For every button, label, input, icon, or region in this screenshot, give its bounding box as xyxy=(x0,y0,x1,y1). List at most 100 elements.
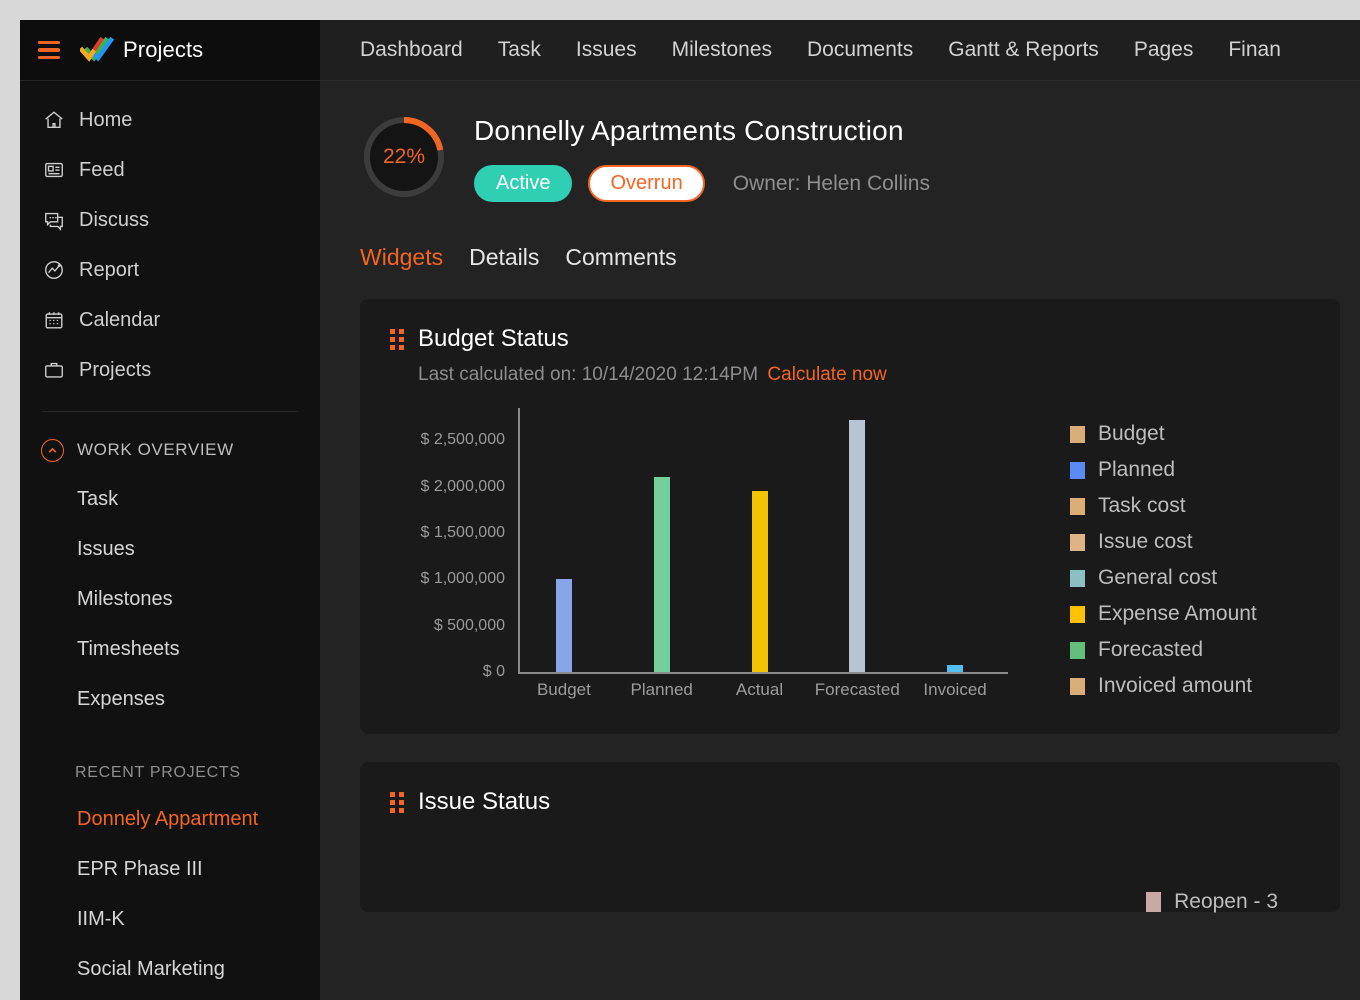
sidebar-item-home[interactable]: Home xyxy=(20,95,320,145)
legend-label: Forecasted xyxy=(1098,638,1203,662)
sidebar: Projects Home Feed xyxy=(20,20,320,1000)
project-header: 22% Donnelly Apartments Construction Act… xyxy=(360,109,1360,202)
tab-issues[interactable]: Issues xyxy=(576,38,637,62)
progress-ring: 22% xyxy=(360,113,448,201)
calendar-icon xyxy=(41,307,67,333)
legend-swatch xyxy=(1146,892,1161,912)
y-tick-label: $ 2,000,000 xyxy=(420,478,505,496)
main-area: Dashboard Task Issues Milestones Documen… xyxy=(320,20,1360,1000)
chevron-up-circle-icon xyxy=(41,439,64,462)
sidebar-item-label: Feed xyxy=(79,159,125,182)
calculate-now-link[interactable]: Calculate now xyxy=(767,364,886,385)
issue-status-widget: Issue Status Reopen - 3 xyxy=(360,762,1340,912)
recent-projects-items: Donnely Appartment EPR Phase III IIM-K S… xyxy=(20,794,320,994)
overrun-badge[interactable]: Overrun xyxy=(588,165,704,202)
legend-item[interactable]: Budget xyxy=(1070,416,1257,452)
legend-item[interactable]: Task cost xyxy=(1070,488,1257,524)
sidebar-item-label: Task xyxy=(77,488,118,511)
chart-bar xyxy=(947,665,963,672)
drag-handle-icon[interactable] xyxy=(390,792,404,812)
project-meta: Donnelly Apartments Construction Active … xyxy=(474,109,930,202)
project-badges: Active Overrun Owner: Helen Collins xyxy=(474,165,930,202)
chart-bar xyxy=(752,491,768,672)
widget-tabs: Widgets Details Comments xyxy=(360,244,1360,271)
legend-item[interactable]: Planned xyxy=(1070,452,1257,488)
report-icon xyxy=(41,257,67,283)
issue-status-legend: Reopen - 3 xyxy=(1146,890,1278,914)
x-tick-label: Planned xyxy=(630,680,692,700)
sidebar-item-timesheets[interactable]: Timesheets xyxy=(20,624,320,674)
widget-title: Issue Status xyxy=(418,788,550,816)
sidebar-item-label: Calendar xyxy=(79,309,160,332)
x-tick-label: Forecasted xyxy=(815,680,900,700)
hamburger-icon[interactable] xyxy=(38,41,60,59)
home-icon xyxy=(41,107,67,133)
legend-item[interactable]: General cost xyxy=(1070,560,1257,596)
sidebar-item-issues[interactable]: Issues xyxy=(20,524,320,574)
sidebar-item-report[interactable]: Report xyxy=(20,245,320,295)
sidebar-section-work-overview[interactable]: WORK OVERVIEW xyxy=(20,426,320,474)
tab-comments[interactable]: Comments xyxy=(565,244,676,271)
y-tick-label: $ 1,000,000 xyxy=(420,570,505,588)
legend-item[interactable]: Expense Amount xyxy=(1070,596,1257,632)
sidebar-item-donnely-appartment[interactable]: Donnely Appartment xyxy=(20,794,320,844)
sidebar-item-social-marketing[interactable]: Social Marketing xyxy=(20,944,320,994)
chart-bar xyxy=(654,477,670,672)
widget-title: Budget Status xyxy=(418,325,569,353)
sidebar-item-milestones[interactable]: Milestones xyxy=(20,574,320,624)
legend-label: General cost xyxy=(1098,566,1217,590)
page-title: Donnelly Apartments Construction xyxy=(474,115,930,147)
tab-pages[interactable]: Pages xyxy=(1134,38,1194,62)
y-tick-label: $ 2,500,000 xyxy=(420,431,505,449)
chart-plot-area: $ 0$ 500,000$ 1,000,000$ 1,500,000$ 2,00… xyxy=(390,408,1050,708)
legend-label: Planned xyxy=(1098,458,1175,482)
feed-icon xyxy=(41,157,67,183)
tab-documents[interactable]: Documents xyxy=(807,38,913,62)
sidebar-header: Projects xyxy=(20,20,320,81)
sidebar-item-label: Donnely Appartment xyxy=(77,808,258,831)
sidebar-nav: Home Feed xyxy=(20,81,320,395)
tab-dashboard[interactable]: Dashboard xyxy=(360,38,463,62)
sidebar-item-label: Expenses xyxy=(77,688,165,711)
legend-item[interactable]: Forecasted xyxy=(1070,632,1257,668)
x-tick-label: Invoiced xyxy=(923,680,986,700)
y-tick-label: $ 1,500,000 xyxy=(420,524,505,542)
sidebar-item-feed[interactable]: Feed xyxy=(20,145,320,195)
tab-milestones[interactable]: Milestones xyxy=(672,38,772,62)
sidebar-item-projects[interactable]: Projects xyxy=(20,345,320,395)
sidebar-item-epr-phase-iii[interactable]: EPR Phase III xyxy=(20,844,320,894)
tab-widgets[interactable]: Widgets xyxy=(360,244,443,271)
legend-label: Reopen - 3 xyxy=(1174,890,1278,914)
progress-percent-label: 22% xyxy=(360,113,448,201)
sidebar-item-expenses[interactable]: Expenses xyxy=(20,674,320,724)
tab-task[interactable]: Task xyxy=(498,38,541,62)
zoho-projects-logo xyxy=(80,37,114,63)
tab-gantt-reports[interactable]: Gantt & Reports xyxy=(948,38,1099,62)
sidebar-item-calendar[interactable]: Calendar xyxy=(20,295,320,345)
x-tick-label: Actual xyxy=(736,680,783,700)
tab-finance[interactable]: Finan xyxy=(1228,38,1281,62)
chart-legend: Budget Planned Task costIssue cost General … xyxy=(1070,408,1257,708)
sidebar-item-label: Discuss xyxy=(79,209,149,232)
legend-item[interactable]: Issue cost xyxy=(1070,524,1257,560)
sidebar-item-label: Social Marketing xyxy=(77,958,225,981)
legend-swatch xyxy=(1070,678,1085,695)
sidebar-item-label: Projects xyxy=(79,359,151,382)
legend-label: Expense Amount xyxy=(1098,602,1257,626)
app-title: Projects xyxy=(123,37,203,63)
status-badge[interactable]: Active xyxy=(474,165,572,202)
budget-chart: $ 0$ 500,000$ 1,000,000$ 1,500,000$ 2,00… xyxy=(390,408,1310,708)
sidebar-item-task[interactable]: Task xyxy=(20,474,320,524)
sidebar-item-discuss[interactable]: Discuss xyxy=(20,195,320,245)
work-overview-items: Task Issues Milestones Timesheets Expens… xyxy=(20,474,320,724)
legend-item[interactable]: Invoiced amount xyxy=(1070,668,1257,704)
tab-details[interactable]: Details xyxy=(469,244,539,271)
section-label: RECENT PROJECTS xyxy=(75,764,241,782)
budget-last-calculated: Last calculated on: 10/14/2020 12:14PM C… xyxy=(418,364,1310,386)
drag-handle-icon[interactable] xyxy=(390,329,404,349)
sidebar-item-iim-k[interactable]: IIM-K xyxy=(20,894,320,944)
legend-swatch xyxy=(1070,426,1085,443)
sidebar-item-label: EPR Phase III xyxy=(77,858,203,881)
briefcase-icon xyxy=(41,357,67,383)
sidebar-divider xyxy=(42,411,298,412)
